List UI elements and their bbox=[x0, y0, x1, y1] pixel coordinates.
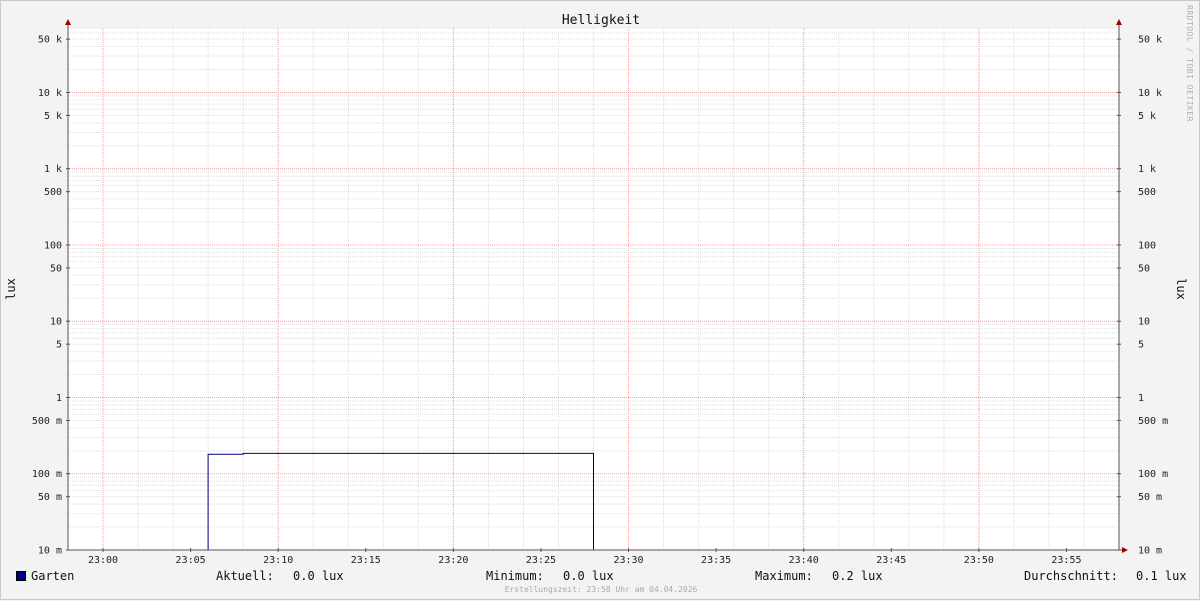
y-tick-label-right: 50 m bbox=[1138, 492, 1162, 503]
x-tick-label: 23:30 bbox=[613, 555, 643, 566]
y-tick-label-right: 100 bbox=[1138, 240, 1156, 251]
y-tick-label-left: 5 k bbox=[44, 111, 62, 122]
legend-max-value: 0.2 lux bbox=[832, 569, 883, 583]
y-tick-label-left: 1 bbox=[56, 393, 62, 404]
y-tick-label-right: 1 bbox=[1138, 393, 1144, 404]
x-tick-label: 23:20 bbox=[438, 555, 468, 566]
chart-title: Helligkeit bbox=[562, 13, 640, 28]
y-tick-label-left: 10 k bbox=[38, 88, 62, 99]
y-tick-label-left: 500 m bbox=[32, 416, 62, 427]
y-axis-left-arrow bbox=[65, 19, 71, 25]
y-tick-label-left: 5 bbox=[56, 340, 62, 351]
y-axis-label-right: lux bbox=[1174, 278, 1188, 300]
legend-min-label: Minimum: bbox=[486, 569, 544, 583]
y-tick-label-right: 10 bbox=[1138, 317, 1150, 328]
y-tick-label-right: 10 m bbox=[1138, 546, 1162, 557]
y-tick-label-right: 500 bbox=[1138, 187, 1156, 198]
legend-avg-value: 0.1 lux bbox=[1136, 569, 1187, 583]
rrdtool-watermark: RRDTOOL / TOBI OETIKER bbox=[1185, 5, 1194, 122]
y-tick-label-right: 50 k bbox=[1138, 35, 1162, 46]
y-tick-label-right: 100 m bbox=[1138, 469, 1168, 480]
y-tick-label-right: 5 bbox=[1138, 340, 1144, 351]
x-tick-label: 23:10 bbox=[263, 555, 293, 566]
y-tick-label-left: 500 bbox=[44, 187, 62, 198]
y-tick-label-left: 10 bbox=[50, 317, 62, 328]
y-tick-label-right: 50 bbox=[1138, 263, 1150, 274]
x-tick-label: 23:15 bbox=[351, 555, 381, 566]
x-tick-label: 23:40 bbox=[789, 555, 819, 566]
y-tick-label-left: 50 bbox=[50, 263, 62, 274]
x-tick-label: 23:50 bbox=[964, 555, 994, 566]
graph-frame: 10 m 10 m 50 m 50 m 100 m 100 m 500 m 500 m 1 1 5 5… bbox=[0, 0, 1200, 600]
y-tick-label-right: 1 k bbox=[1138, 164, 1156, 175]
legend-series-name: Garten bbox=[31, 569, 75, 583]
y-axis-right-arrow bbox=[1116, 19, 1122, 25]
legend-max-label: Maximum: bbox=[755, 569, 813, 583]
legend-min-value: 0.0 lux bbox=[563, 569, 614, 583]
x-tick-label: 23:45 bbox=[876, 555, 906, 566]
y-tick-label-right: 5 k bbox=[1138, 111, 1156, 122]
x-axis-arrow bbox=[1122, 547, 1128, 553]
creation-time-footer: Erstellungszeit: 23:58 Uhr am 04.04.2026 bbox=[504, 585, 698, 594]
y-tick-label-left: 100 m bbox=[32, 469, 62, 480]
y-axis-label-left: lux bbox=[4, 278, 18, 300]
x-tick-label: 23:55 bbox=[1051, 555, 1081, 566]
y-tick-label-right: 10 k bbox=[1138, 88, 1162, 99]
x-tick-label: 23:00 bbox=[88, 555, 118, 566]
x-tick-label: 23:05 bbox=[176, 555, 206, 566]
legend-current-label: Aktuell: bbox=[216, 569, 274, 583]
y-tick-label-left: 50 k bbox=[38, 35, 62, 46]
y-tick-label-left: 100 bbox=[44, 240, 62, 251]
legend-swatch bbox=[16, 571, 26, 581]
y-tick-label-left: 1 k bbox=[44, 164, 62, 175]
chart: 10 m 10 m 50 m 50 m 100 m 100 m 500 m 500 m 1 1 5 5… bbox=[4, 13, 1188, 566]
x-tick-label: 23:35 bbox=[701, 555, 731, 566]
y-tick-label-left: 50 m bbox=[38, 492, 62, 503]
y-tick-label-right: 500 m bbox=[1138, 416, 1168, 427]
y-tick-label-left: 10 m bbox=[38, 546, 62, 557]
x-tick-label: 23:25 bbox=[526, 555, 556, 566]
legend-current-value: 0.0 lux bbox=[293, 569, 344, 583]
legend-avg-label: Durchschnitt: bbox=[1024, 569, 1118, 583]
